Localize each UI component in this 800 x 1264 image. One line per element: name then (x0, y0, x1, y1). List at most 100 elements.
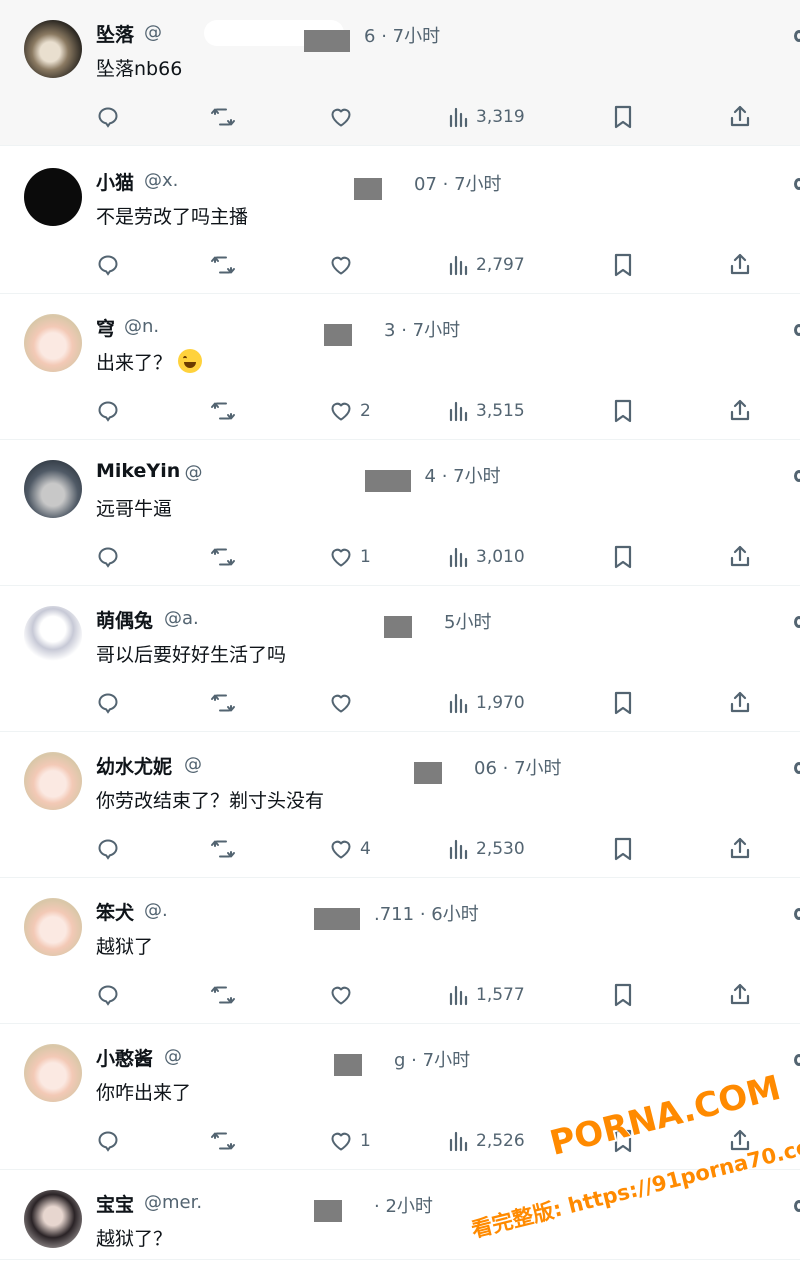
bookmark-button[interactable] (612, 834, 634, 864)
author-handle[interactable]: @x. (144, 170, 178, 191)
views-button[interactable]: 2,526 (448, 1126, 525, 1156)
like-button[interactable] (328, 250, 360, 280)
post-time[interactable]: 4 · 7小时 (425, 462, 501, 488)
more-options-icon[interactable] (794, 470, 800, 482)
post-time[interactable]: 06 · 7小时 (474, 754, 562, 780)
post-time[interactable]: 6 · 7小时 (364, 22, 440, 48)
author-handle[interactable]: @ (144, 22, 162, 43)
bookmark-button[interactable] (612, 102, 634, 132)
retweet-button[interactable] (210, 102, 236, 132)
like-button[interactable] (328, 980, 360, 1010)
share-button[interactable] (728, 1126, 752, 1156)
bookmark-button[interactable] (612, 1126, 634, 1156)
post-time[interactable]: g · 7小时 (394, 1046, 470, 1072)
views-button[interactable]: 1,577 (448, 980, 525, 1010)
more-options-icon[interactable] (794, 1200, 800, 1212)
retweet-button[interactable] (210, 396, 236, 426)
views-button[interactable]: 1,970 (448, 688, 525, 718)
reply-item[interactable]: MikeYin @ 4 · 7小时 远哥牛逼 1 3,010 (0, 440, 800, 586)
author-handle[interactable]: @ (184, 754, 202, 775)
reply-button[interactable] (96, 542, 120, 572)
author-name[interactable]: 宝宝 (96, 1190, 134, 1217)
photo-avatar-icon[interactable] (24, 460, 82, 518)
reply-item[interactable]: 穹 @n. 3 · 7小时 出来了？ 2 3,515 (0, 294, 800, 440)
author-handle[interactable]: @ (185, 462, 203, 483)
retweet-button[interactable] (210, 834, 236, 864)
share-button[interactable] (728, 250, 752, 280)
more-options-icon[interactable] (794, 324, 800, 336)
share-button[interactable] (728, 396, 752, 426)
post-time[interactable]: 07 · 7小时 (414, 170, 502, 196)
reply-item[interactable]: 小猫 @x. 07 · 7小时 不是劳改了吗主播 2,797 (0, 148, 800, 294)
black-avatar-icon[interactable] (24, 168, 82, 226)
share-button[interactable] (728, 102, 752, 132)
author-handle[interactable]: @ (164, 1046, 182, 1067)
author-name[interactable]: 萌偶兔 (96, 606, 153, 633)
more-options-icon[interactable] (794, 908, 800, 920)
like-button[interactable]: 2 (328, 396, 371, 426)
reply-item[interactable]: 宝宝 @mer. · 2小时 越狱了？ (0, 1170, 800, 1260)
author-name[interactable]: 小猫 (96, 168, 134, 195)
portrait-avatar-icon[interactable] (24, 1190, 82, 1248)
anime-avatar-icon[interactable] (24, 1044, 82, 1102)
like-button[interactable] (328, 688, 360, 718)
retweet-button[interactable] (210, 542, 236, 572)
post-time[interactable]: .711 · 6小时 (374, 900, 479, 926)
like-button[interactable] (328, 102, 360, 132)
anime-avatar-icon[interactable] (24, 314, 82, 372)
bookmark-button[interactable] (612, 396, 634, 426)
like-button[interactable]: 1 (328, 1126, 371, 1156)
reply-button[interactable] (96, 688, 120, 718)
author-name[interactable]: MikeYin (96, 460, 180, 482)
retweet-button[interactable] (210, 250, 236, 280)
share-button[interactable] (728, 688, 752, 718)
views-button[interactable]: 3,010 (448, 542, 525, 572)
reply-item[interactable]: 坠落 @ 6 · 7小时 坠落nb66 3,319 (0, 0, 800, 146)
views-button[interactable]: 3,515 (448, 396, 525, 426)
more-options-icon[interactable] (794, 616, 800, 628)
reply-item[interactable]: 小憨酱 @ g · 7小时 你咋出来了 1 2,526 (0, 1024, 800, 1170)
reply-item[interactable]: 笨犬 @. .711 · 6小时 越狱了 1,577 (0, 878, 800, 1024)
views-button[interactable]: 2,797 (448, 250, 525, 280)
more-options-icon[interactable] (794, 30, 800, 42)
share-button[interactable] (728, 834, 752, 864)
author-name[interactable]: 穹 (96, 314, 115, 341)
post-time[interactable]: 5小时 (444, 608, 491, 634)
views-button[interactable]: 3,319 (448, 102, 525, 132)
author-handle[interactable]: @n. (124, 316, 159, 337)
retweet-button[interactable] (210, 688, 236, 718)
share-button[interactable] (728, 980, 752, 1010)
reply-button[interactable] (96, 250, 120, 280)
post-time[interactable]: · 2小时 (374, 1192, 433, 1218)
author-handle[interactable]: @. (144, 900, 168, 921)
cat-avatar-icon[interactable] (24, 20, 82, 78)
bookmark-button[interactable] (612, 250, 634, 280)
author-name[interactable]: 笨犬 (96, 898, 134, 925)
author-name[interactable]: 小憨酱 (96, 1044, 153, 1071)
post-time[interactable]: 3 · 7小时 (384, 316, 460, 342)
author-handle[interactable]: @mer. (144, 1192, 202, 1213)
more-options-icon[interactable] (794, 1054, 800, 1066)
bookmark-button[interactable] (612, 688, 634, 718)
views-button[interactable]: 2,530 (448, 834, 525, 864)
reply-button[interactable] (96, 102, 120, 132)
anime-avatar-icon[interactable] (24, 752, 82, 810)
retweet-button[interactable] (210, 1126, 236, 1156)
reply-button[interactable] (96, 980, 120, 1010)
reply-button[interactable] (96, 396, 120, 426)
retweet-button[interactable] (210, 980, 236, 1010)
share-button[interactable] (728, 542, 752, 572)
author-name[interactable]: 幼水尤妮 (96, 752, 172, 779)
doll-avatar-icon[interactable] (24, 606, 82, 664)
bookmark-button[interactable] (612, 980, 634, 1010)
more-options-icon[interactable] (794, 178, 800, 190)
author-handle[interactable]: @a. (164, 608, 199, 629)
bookmark-button[interactable] (612, 542, 634, 572)
like-button[interactable]: 4 (328, 834, 371, 864)
reply-item[interactable]: 幼水尤妮 @ 06 · 7小时 你劳改结束了？剃寸头没有 4 2,530 (0, 732, 800, 878)
author-name[interactable]: 坠落 (96, 20, 134, 47)
reply-item[interactable]: 萌偶兔 @a. 5小时 哥以后要好好生活了吗 1,970 (0, 586, 800, 732)
like-button[interactable]: 1 (328, 542, 371, 572)
anime-avatar-icon[interactable] (24, 898, 82, 956)
more-options-icon[interactable] (794, 762, 800, 774)
